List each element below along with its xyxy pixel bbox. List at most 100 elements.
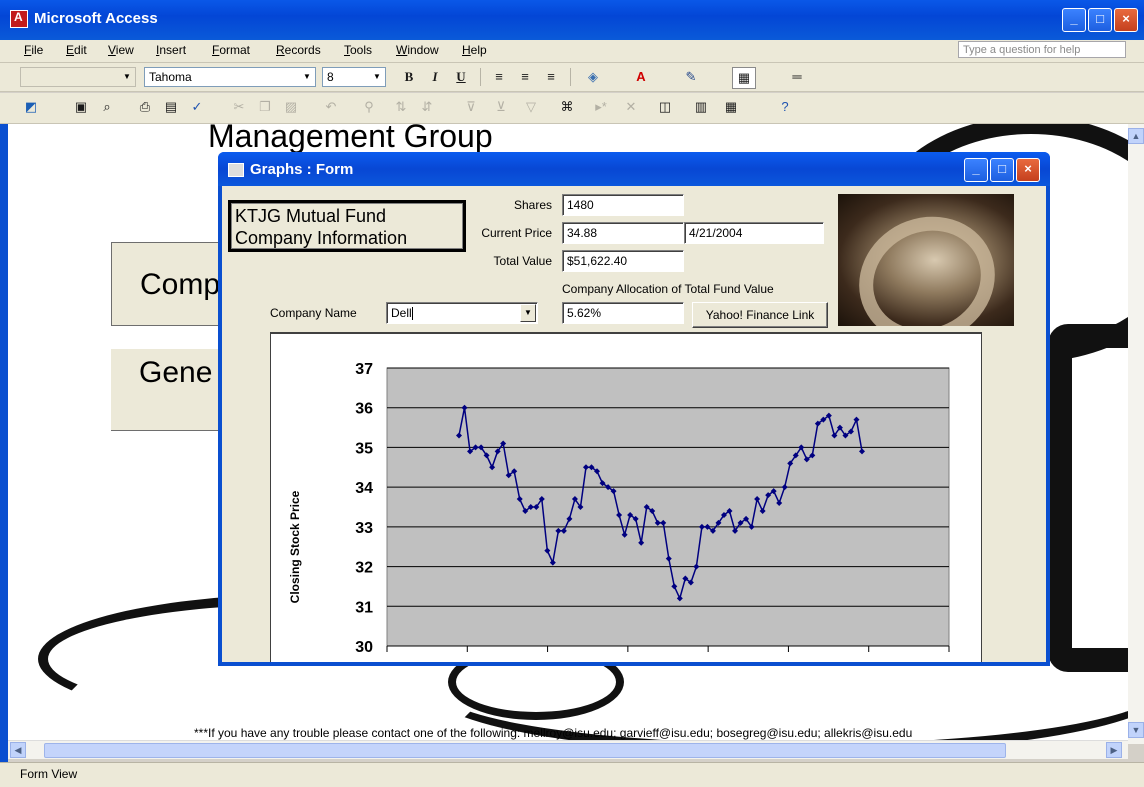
company-name-combo[interactable]: Dell ▼ — [386, 302, 538, 324]
font-size-value: 8 — [327, 70, 334, 84]
italic-button[interactable]: I — [424, 67, 446, 87]
spelling-icon[interactable]: ✓ — [186, 97, 208, 117]
app-title: Microsoft Access — [34, 10, 158, 27]
access-app-icon — [10, 10, 28, 28]
total-value-field[interactable]: $51,622.40 — [562, 250, 684, 272]
help-icon[interactable]: ? — [774, 97, 796, 117]
help-question-input[interactable]: Type a question for help — [958, 41, 1126, 58]
menu-tools[interactable]: Tools — [344, 43, 372, 57]
form-title: Graphs : Form — [250, 161, 354, 178]
sort-descending-icon[interactable]: ⇵ — [416, 97, 438, 117]
decorative-swirl — [1048, 324, 1128, 672]
price-date-field[interactable]: 4/21/2004 — [684, 222, 824, 244]
page-heading: Management Group — [208, 124, 493, 154]
allocation-field[interactable]: 5.62% — [562, 302, 684, 324]
menu-edit[interactable]: Edit — [66, 43, 87, 57]
form-close-button[interactable]: × — [1016, 158, 1040, 182]
menu-records[interactable]: Records — [276, 43, 321, 57]
menu-help[interactable]: Help — [462, 43, 487, 57]
apply-filter-icon[interactable]: ▽ — [520, 97, 542, 117]
font-size-combo[interactable]: 8 ▼ — [322, 67, 386, 87]
form-body: KTJG Mutual Fund Company Information Sha… — [222, 186, 1046, 662]
paste-icon[interactable]: ▨ — [280, 97, 302, 117]
dropdown-arrow-icon[interactable]: ▼ — [520, 304, 536, 322]
save-icon[interactable]: ▣ — [70, 97, 92, 117]
form-minimize-button[interactable]: _ — [964, 158, 988, 182]
menu-window[interactable]: Window — [396, 43, 439, 57]
company-name-label: Company Name — [270, 306, 357, 320]
vertical-scrollbar[interactable]: ▲ ▼ — [1128, 124, 1144, 744]
delete-record-icon[interactable]: ✕ — [620, 97, 642, 117]
total-value-label: Total Value — [493, 254, 552, 268]
horizontal-scrollbar[interactable]: ◀ ▶ — [8, 740, 1128, 759]
line-color-icon[interactable]: ✎ — [680, 67, 702, 87]
find-binoculars-icon[interactable]: ⌘ — [556, 97, 578, 117]
font-name-combo[interactable]: Tahoma ▼ — [144, 67, 316, 87]
print-preview-icon[interactable]: ▤ — [160, 97, 182, 117]
copy-icon[interactable]: ❐ — [254, 97, 276, 117]
scroll-left-arrow-icon[interactable]: ◀ — [10, 742, 26, 758]
menu-view[interactable]: View — [108, 43, 134, 57]
cut-icon[interactable]: ✂ — [228, 97, 250, 117]
filter-by-selection-icon[interactable]: ⊽ — [460, 97, 482, 117]
y-tick-label: 34 — [355, 480, 373, 497]
y-tick-label: 31 — [355, 599, 373, 616]
scroll-up-arrow-icon[interactable]: ▲ — [1128, 128, 1144, 144]
properties-icon[interactable]: ◫ — [654, 97, 676, 117]
y-tick-label: 30 — [355, 639, 373, 656]
font-color-icon[interactable]: A — [630, 67, 652, 87]
graphs-form-window: Graphs : Form _ □ × KTJG Mutual Fund Com… — [218, 152, 1050, 666]
new-object-icon[interactable]: ▦ — [720, 97, 742, 117]
current-price-field[interactable]: 34.88 — [562, 222, 684, 244]
form-view-toolbar: ◩ ▣ ⌕ ⎙ ▤ ✓ ✂ ❐ ▨ ↶ ⚲ ⇅ ⇵ ⊽ ⊻ ▽ ⌘ ▸* ✕ ◫… — [0, 93, 1144, 124]
y-tick-label: 37 — [355, 361, 373, 378]
y-tick-label: 36 — [355, 401, 373, 418]
align-left-icon[interactable]: ≡ — [488, 67, 510, 87]
y-tick-label: 35 — [355, 440, 373, 457]
window-frame-left — [0, 124, 8, 762]
contact-info-text: ***If you have any trouble please contac… — [194, 726, 913, 740]
undo-icon[interactable]: ↶ — [320, 97, 342, 117]
object-combo[interactable]: ▼ — [20, 67, 136, 87]
shares-field[interactable]: 1480 — [562, 194, 684, 216]
toolbar-separator — [570, 68, 571, 86]
view-icon[interactable]: ◩ — [20, 97, 42, 117]
filter-by-form-icon[interactable]: ⊻ — [490, 97, 512, 117]
status-text: Form View — [20, 767, 78, 781]
stock-price-chart: 30 31 32 33 34 35 36 37 Closing Stock Price — [270, 332, 982, 662]
align-right-icon[interactable]: ≡ — [540, 67, 562, 87]
maximize-button[interactable]: □ — [1088, 8, 1112, 32]
fill-color-icon[interactable]: ◈ — [582, 67, 604, 87]
toolbar-separator — [480, 68, 481, 86]
status-bar: Form View — [0, 762, 1144, 787]
sort-ascending-icon[interactable]: ⇅ — [390, 97, 412, 117]
minimize-button[interactable]: _ — [1062, 8, 1086, 32]
plot-area — [386, 367, 950, 647]
close-button[interactable]: × — [1114, 8, 1138, 32]
bold-button[interactable]: B — [398, 67, 420, 87]
menu-format[interactable]: Format — [212, 43, 250, 57]
database-window-icon[interactable]: ▥ — [690, 97, 712, 117]
new-record-icon[interactable]: ▸* — [590, 97, 612, 117]
scroll-down-arrow-icon[interactable]: ▼ — [1128, 722, 1144, 738]
border-style-icon[interactable]: ▦ — [732, 67, 756, 89]
decorative-photo — [838, 194, 1014, 326]
shares-label: Shares — [513, 198, 552, 212]
yahoo-finance-link-button[interactable]: Yahoo! Finance Link — [692, 302, 828, 328]
form-maximize-button[interactable]: □ — [990, 158, 1014, 182]
company-name-value: Dell — [391, 306, 412, 320]
font-name-value: Tahoma — [149, 70, 192, 84]
align-center-icon[interactable]: ≡ — [514, 67, 536, 87]
search-file-icon[interactable]: ⌕ — [96, 97, 118, 117]
scroll-right-arrow-icon[interactable]: ▶ — [1106, 742, 1122, 758]
line-width-icon[interactable]: ═ — [786, 67, 808, 87]
print-icon[interactable]: ⎙ — [134, 97, 156, 117]
horizontal-scroll-thumb[interactable] — [44, 743, 1006, 758]
underline-button[interactable]: U — [450, 67, 472, 87]
menu-insert[interactable]: Insert — [156, 43, 186, 57]
fund-title-line-1: KTJG Mutual Fund — [235, 206, 387, 226]
form-title-bar[interactable]: Graphs : Form _ □ × — [218, 152, 1050, 186]
menu-file[interactable]: File — [24, 43, 43, 57]
hyperlink-icon[interactable]: ⚲ — [358, 97, 380, 117]
allocation-label: Company Allocation of Total Fund Value — [562, 282, 774, 296]
